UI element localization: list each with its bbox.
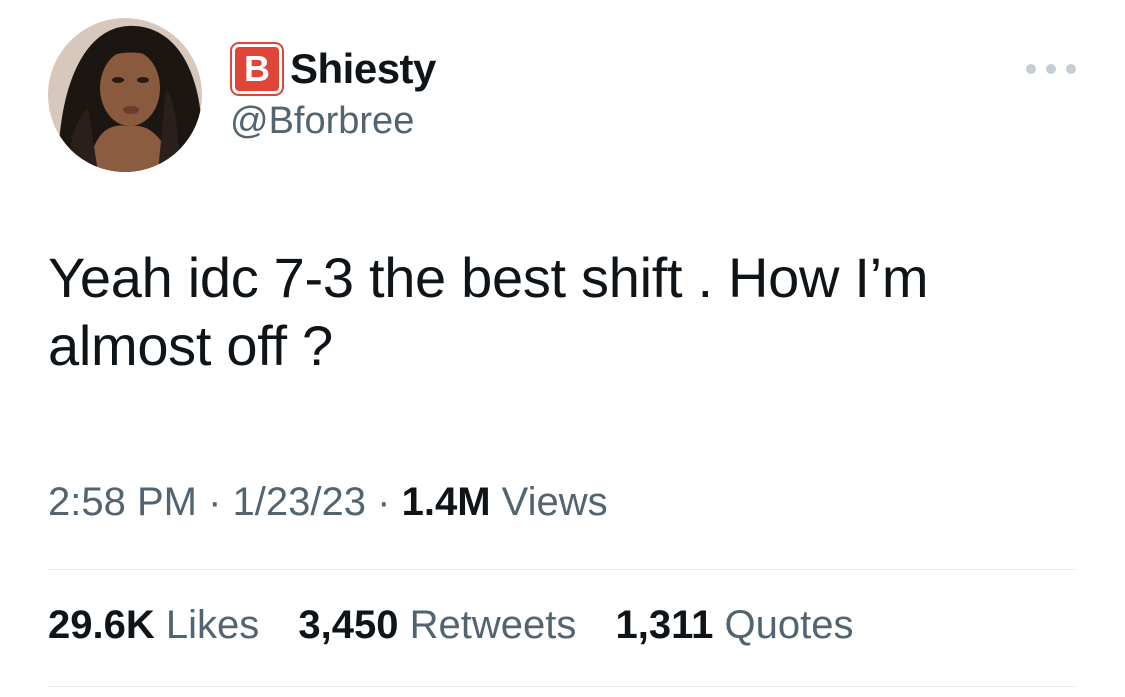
quotes-label: Quotes (724, 603, 854, 647)
quotes-count: 1,311 (615, 603, 714, 647)
quotes-stat[interactable]: 1,311 Quotes (616, 603, 854, 647)
views-label: Views (501, 480, 608, 524)
dot (1066, 64, 1076, 74)
retweets-stat[interactable]: 3,450 Retweets (298, 603, 587, 647)
divider (48, 686, 1077, 687)
likes-count: 29.6K (48, 603, 155, 647)
tweet-time[interactable]: 2:58 PM (48, 480, 197, 524)
tweet-stats: 29.6K Likes 3,450 Retweets 1,311 Quotes (48, 603, 881, 648)
name-row: B Shiesty (230, 42, 436, 96)
dot (1046, 64, 1056, 74)
tweet-text: Yeah idc 7-3 the best shift . How I’m al… (48, 246, 929, 377)
divider (48, 569, 1077, 570)
display-name[interactable]: Shiesty (290, 45, 436, 93)
b-button-emoji-icon: B (232, 44, 282, 94)
tweet-date[interactable]: 1/23/23 (233, 480, 366, 524)
avatar-photo (48, 18, 202, 172)
views-count: 1.4M (401, 480, 491, 524)
more-horizontal-icon[interactable] (1026, 56, 1076, 82)
dot (1026, 64, 1036, 74)
likes-stat[interactable]: 29.6K Likes (48, 603, 270, 647)
likes-label: Likes (165, 603, 260, 647)
avatar[interactable] (48, 18, 202, 172)
meta-separator: · (208, 480, 222, 524)
meta-separator: · (377, 480, 391, 524)
retweets-count: 3,450 (298, 603, 399, 647)
retweets-label: Retweets (409, 603, 577, 647)
user-handle[interactable]: @Bforbree (230, 100, 414, 143)
tweet-meta: 2:58 PM · 1/23/23 · 1.4M Views (48, 480, 608, 525)
